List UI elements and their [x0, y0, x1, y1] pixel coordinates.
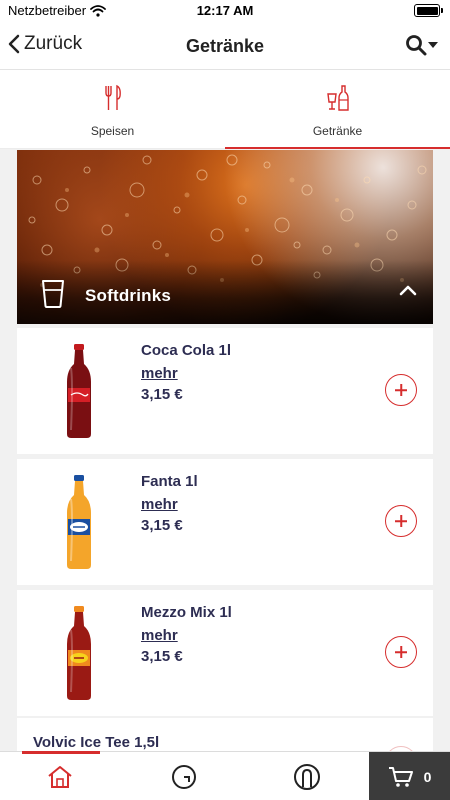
cup-icon: [42, 280, 64, 308]
product-card-fanta[interactable]: Fanta 1l mehr 3,15 €: [17, 459, 433, 585]
product-price: 3,15 €: [141, 386, 183, 403]
tab-orders[interactable]: [124, 752, 244, 800]
product-price: 3,15 €: [141, 648, 183, 665]
cart-button[interactable]: 0: [369, 752, 450, 800]
product-name: Fanta 1l: [141, 473, 198, 490]
cart-icon: [388, 766, 413, 787]
more-link[interactable]: mehr: [141, 496, 178, 513]
status-time: 12:17 AM: [196, 3, 254, 18]
tab-account[interactable]: [247, 752, 367, 800]
more-link[interactable]: mehr: [141, 627, 178, 644]
product-list[interactable]: Softdrinks Coca Cola 1l mehr 3,15 € Fant…: [0, 149, 450, 751]
clock-icon: [172, 764, 196, 789]
search-icon: [406, 35, 427, 56]
product-card-volvic[interactable]: Volvic Ice Tee 1,5l: [17, 718, 433, 751]
add-to-cart-button[interactable]: [385, 505, 417, 537]
tab-getraenke[interactable]: Getränke: [225, 71, 450, 149]
add-to-cart-button[interactable]: [385, 636, 417, 668]
caret-down-icon: [428, 42, 438, 48]
category-header-softdrinks[interactable]: Softdrinks: [17, 150, 433, 324]
user-icon: [294, 763, 320, 790]
product-name: Mezzo Mix 1l: [141, 604, 232, 621]
product-card-mezzo-mix[interactable]: Mezzo Mix 1l mehr 3,15 €: [17, 590, 433, 716]
search-button[interactable]: [405, 34, 438, 56]
fanta-bottle-image: [67, 475, 91, 569]
cutlery-icon: [103, 84, 123, 112]
product-price: 3,15 €: [141, 517, 183, 534]
product-card-coca-cola[interactable]: Coca Cola 1l mehr 3,15 €: [17, 328, 433, 454]
category-tabs: Speisen Getränke: [0, 71, 450, 149]
drinks-icon: [326, 84, 350, 112]
product-name: Coca Cola 1l: [141, 342, 232, 359]
tab-label: Speisen: [90, 124, 135, 138]
more-link[interactable]: mehr: [141, 365, 178, 382]
page-title: Getränke: [185, 36, 265, 56]
product-name: Volvic Ice Tee 1,5l: [33, 734, 160, 751]
battery-icon: [414, 4, 443, 17]
mezzo-mix-bottle-image: [67, 606, 91, 700]
tab-label: Getränke: [312, 124, 363, 138]
chevron-up-icon[interactable]: [399, 284, 417, 296]
navigation-bar: Zurück Getränke: [0, 22, 450, 70]
tab-speisen[interactable]: Speisen: [0, 71, 225, 148]
home-icon: [48, 765, 72, 788]
category-title: Softdrinks: [85, 286, 172, 305]
add-to-cart-button[interactable]: [385, 374, 417, 406]
banner-overlay: [17, 260, 433, 324]
bottom-tab-bar: 0: [0, 751, 450, 800]
status-bar: Netzbetreiber 12:17 AM: [0, 0, 450, 22]
cart-count: 0: [423, 768, 432, 785]
tab-home[interactable]: [0, 751, 120, 800]
coca-cola-bottle-image: [67, 344, 91, 438]
